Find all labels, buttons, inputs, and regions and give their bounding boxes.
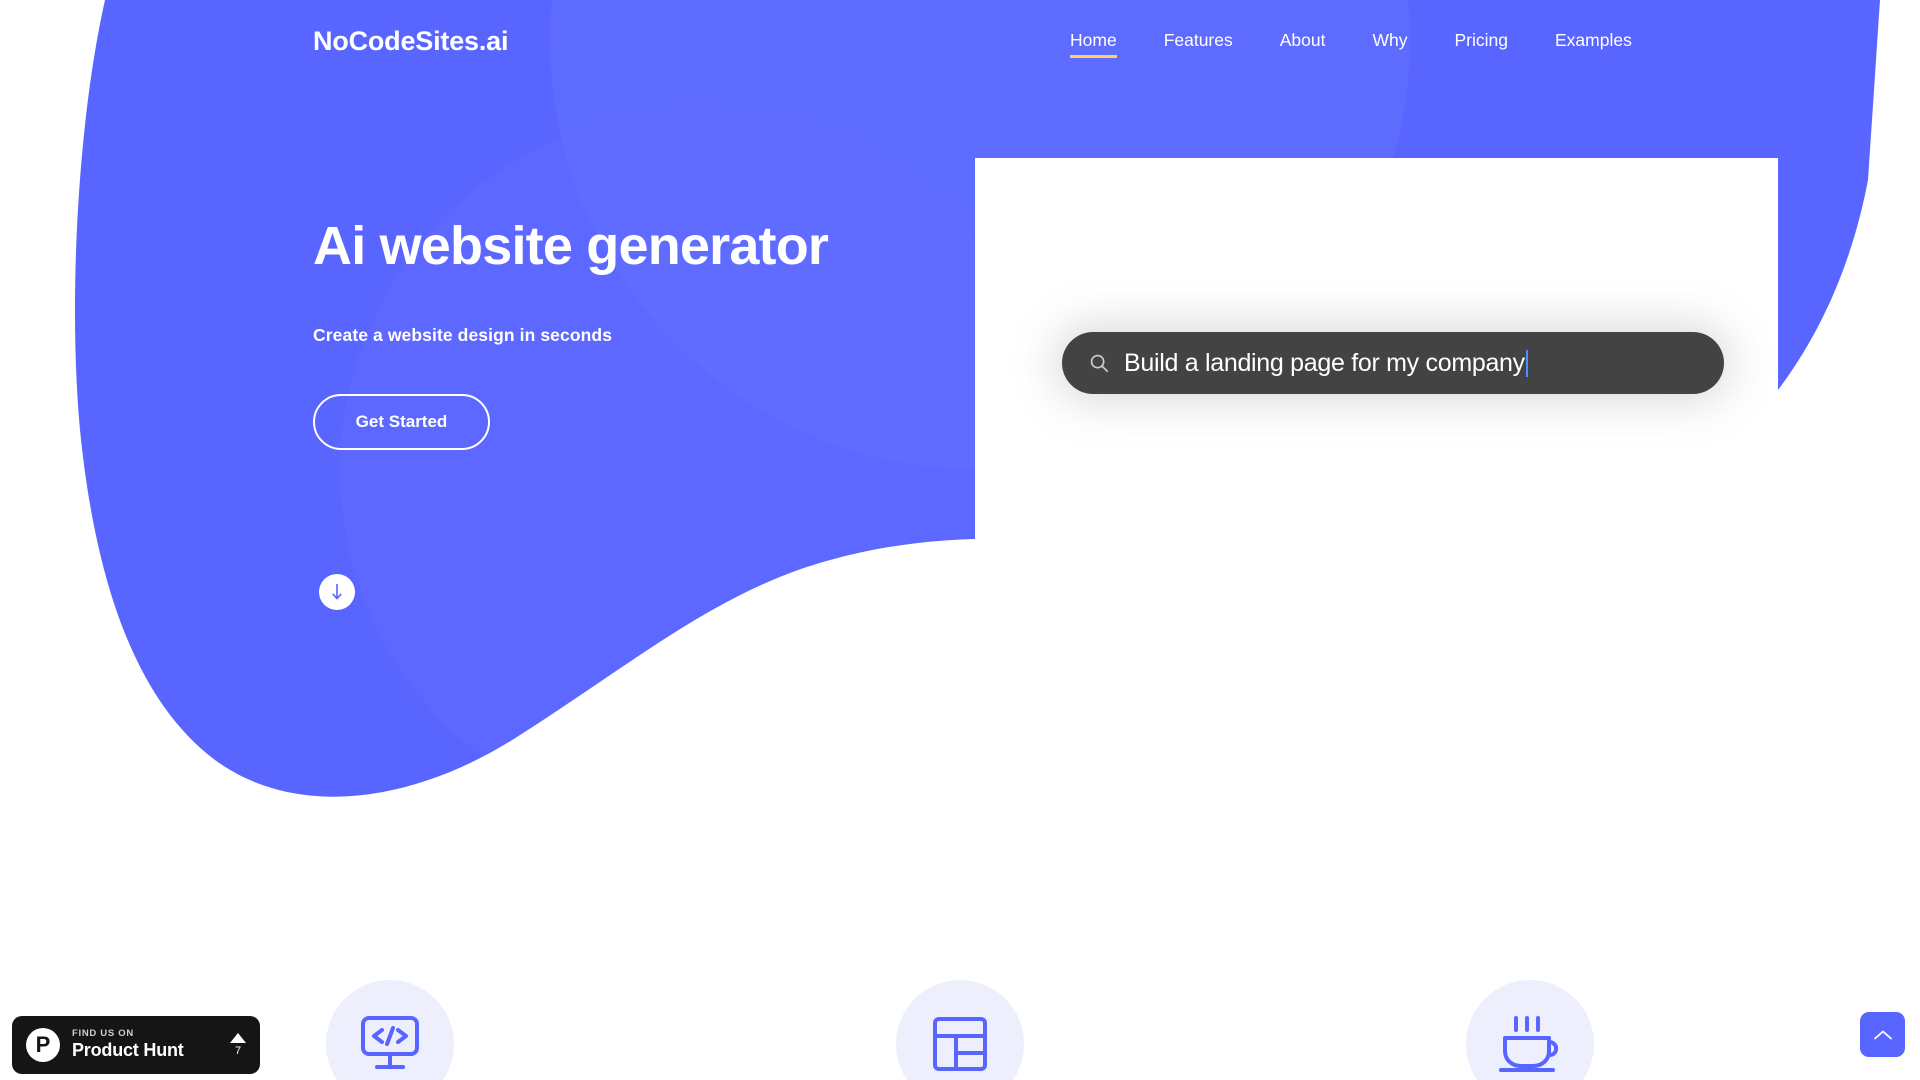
search-icon: [1090, 354, 1109, 373]
code-monitor-icon: [361, 1016, 419, 1069]
hero-subtitle: Create a website design in seconds: [313, 325, 613, 345]
product-hunt-vote-count: 7: [234, 1045, 242, 1057]
feature-icon-circle: [326, 980, 454, 1080]
nav-item-pricing[interactable]: Pricing: [1454, 30, 1508, 56]
arrow-down-icon: [332, 584, 342, 600]
feature-item-code[interactable]: [326, 980, 454, 1080]
search-input[interactable]: Build a landing page for my company: [1062, 332, 1724, 394]
feature-icons-row: [0, 980, 1920, 1080]
feature-item-coffee[interactable]: [1466, 980, 1594, 1080]
search-input-value: Build a landing page for my company: [1124, 348, 1525, 377]
product-hunt-name: Product Hunt: [72, 1039, 184, 1060]
page-title: Ai website generator: [313, 216, 829, 276]
scroll-down-button[interactable]: [319, 574, 355, 610]
site-logo[interactable]: NoCodeSites.ai: [313, 26, 508, 57]
product-hunt-logo-icon: P: [26, 1028, 60, 1062]
chevron-up-icon: [1873, 1030, 1892, 1039]
nav-item-features[interactable]: Features: [1164, 30, 1233, 56]
feature-icon-circle: [896, 980, 1024, 1080]
feature-icon-circle: [1466, 980, 1594, 1080]
nav-item-home[interactable]: Home: [1070, 30, 1117, 58]
layout-grid-icon: [933, 1017, 987, 1071]
feature-item-layout[interactable]: [896, 980, 1024, 1080]
coffee-cup-icon: [1499, 1016, 1559, 1072]
nav-item-examples[interactable]: Examples: [1555, 30, 1632, 56]
site-header: NoCodeSites.ai Home Features About Why P…: [0, 0, 1920, 88]
main-navigation: Home Features About Why Pricing Examples: [1070, 30, 1632, 58]
triangle-up-icon: [230, 1033, 246, 1043]
nav-item-why[interactable]: Why: [1372, 30, 1407, 56]
product-hunt-upvote[interactable]: 7: [230, 1033, 246, 1057]
back-to-top-button[interactable]: [1860, 1012, 1905, 1057]
product-hunt-badge[interactable]: P FIND US ON Product Hunt 7: [12, 1016, 260, 1074]
get-started-button[interactable]: Get Started: [313, 394, 490, 450]
text-cursor: [1525, 349, 1529, 377]
product-hunt-kicker: FIND US ON: [72, 1028, 134, 1040]
product-hunt-text-block: FIND US ON Product Hunt: [72, 1028, 224, 1060]
landing-page: NoCodeSites.ai Home Features About Why P…: [0, 0, 1920, 1080]
nav-item-about[interactable]: About: [1280, 30, 1326, 56]
